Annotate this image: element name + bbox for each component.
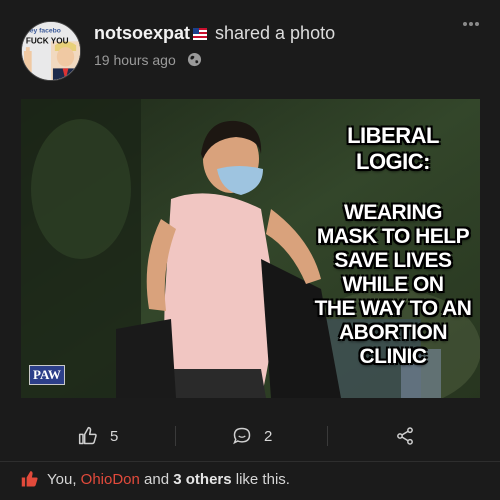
username[interactable]: notsoexpat xyxy=(94,23,190,44)
avatar-image: Hey facebo FUCK YOU xyxy=(22,22,80,80)
likes-suffix: like this. xyxy=(231,470,290,488)
others-link[interactable]: 3 others xyxy=(173,471,231,488)
meme-line: ABORTION CLINIC xyxy=(339,321,448,368)
action-text: shared a photo xyxy=(215,23,336,43)
like-button[interactable]: 5 xyxy=(78,418,118,454)
action-divider xyxy=(327,426,328,446)
share-button[interactable] xyxy=(395,418,415,454)
us-flag-icon xyxy=(193,28,207,40)
comment-count: 2 xyxy=(264,427,273,445)
comment-icon xyxy=(233,427,251,445)
action-divider xyxy=(175,426,176,446)
thumbs-up-icon xyxy=(78,426,97,445)
meme-line: THE WAY TO AN xyxy=(314,297,472,320)
avatar-text-1: Hey facebo xyxy=(25,28,61,35)
globe-icon xyxy=(187,52,202,67)
timestamp[interactable]: 19 hours ago xyxy=(94,52,176,68)
more-dots-icon[interactable] xyxy=(461,18,481,30)
meme-line: WEARING xyxy=(344,201,443,224)
meme-line: MASK TO HELP xyxy=(316,225,470,248)
share-icon xyxy=(397,427,413,445)
meme-line: SAVE LIVES xyxy=(334,249,452,272)
avatar-text-2: FUCK YOU xyxy=(26,36,69,45)
meme-body: WEARING MASK TO HELP SAVE LIVES WHILE ON… xyxy=(313,201,473,369)
comment-button[interactable]: 2 xyxy=(232,418,272,454)
post-photo[interactable]: LIBERAL LOGIC: WEARING MASK TO HELP SAVE… xyxy=(21,99,480,398)
action-bar: 5 2 xyxy=(0,418,500,454)
liker-link[interactable]: OhioDon xyxy=(81,471,140,488)
separator xyxy=(0,461,500,462)
watermark: PAW xyxy=(29,365,65,385)
likes-prefix: You, xyxy=(47,470,81,488)
thumbs-up-filled-icon xyxy=(21,471,38,487)
avatar[interactable]: Hey facebo FUCK YOU xyxy=(21,21,81,81)
post-card: Hey facebo FUCK YOU notsoexpat shared a … xyxy=(0,0,500,500)
meme-title: LIBERAL LOGIC: xyxy=(347,123,439,174)
like-count: 5 xyxy=(110,427,119,445)
likes-middle: and xyxy=(139,470,174,488)
likes-summary: You, OhioDon and 3 others like this. xyxy=(21,470,290,488)
likes-text: You, OhioDon and 3 others like this. xyxy=(47,471,290,488)
meme-line: WHILE ON xyxy=(342,273,445,296)
meme-text: LIBERAL LOGIC: WEARING MASK TO HELP SAVE… xyxy=(313,123,473,369)
